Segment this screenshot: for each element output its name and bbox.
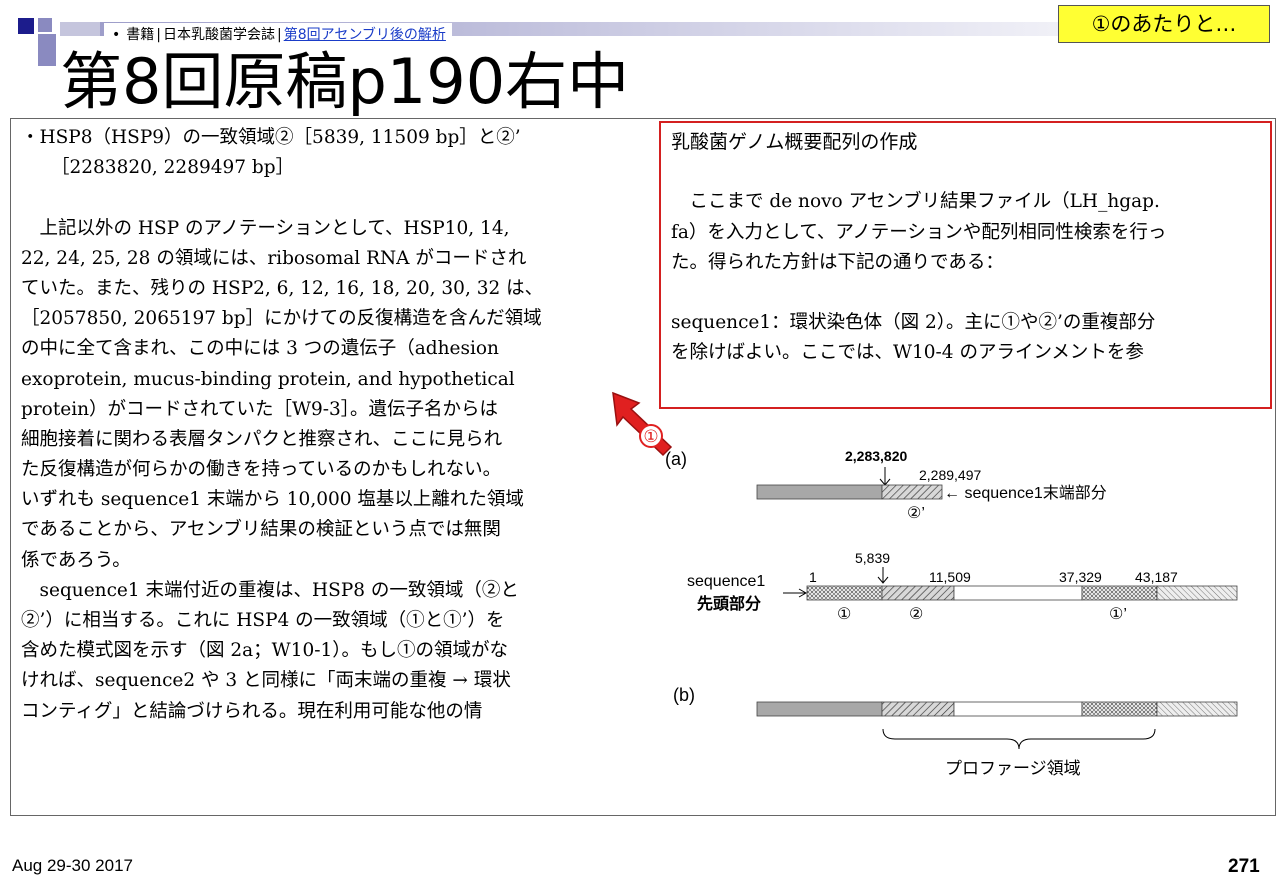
sequence1-end-label: ← sequence1末端部分: [944, 484, 1107, 502]
text-line: た。得られた方針は下記の通りである：: [671, 251, 1004, 273]
right-column-text: 乳酸菌ゲノム概要配列の作成 ここまで de novo アセンブリ結果ファイル（L…: [671, 127, 1267, 369]
text-line: 含めた模式図を示す（図 2a；W10-1）。もし①の領域がな: [21, 640, 509, 662]
coord-label: 43,187: [1135, 569, 1178, 585]
breadcrumb-journal[interactable]: 日本乳酸菌学会誌: [163, 27, 275, 43]
coord-label: 5,839: [855, 550, 890, 566]
text-line: コンティグ」と結論づけられる。現在利用可能な他の情: [21, 700, 483, 722]
breadcrumb-separator: |: [156, 27, 161, 43]
text-line: 上記以外の HSP のアノテーションとして、HSP10, 14,: [21, 217, 510, 239]
text-line: 係であろう。: [21, 549, 131, 571]
header-square-pale: [60, 22, 100, 36]
sequence1-end-body: [756, 484, 883, 500]
coord-label: 11,509: [929, 569, 971, 585]
coord-label: 2,283,820: [845, 448, 907, 464]
text-line: ければ、sequence2 や 3 と同様に「両末端の重複 → 環状: [21, 670, 511, 692]
footer-date: Aug 29-30 2017: [12, 856, 133, 875]
region-2-segment: [881, 701, 955, 717]
region-label: ①: [837, 606, 851, 623]
text-line: を除けばよい。ここでは、W10-4 のアラインメントを参: [671, 342, 1144, 364]
white-segment: [953, 701, 1083, 717]
text-line: ②’）に相当する。これに HSP4 の一致領域（①と①’）を: [21, 610, 505, 631]
coord-label: 37,329: [1059, 569, 1102, 585]
region-1: [806, 585, 883, 601]
sequence-body: [953, 585, 1083, 601]
panel-b-label: (b): [673, 685, 695, 705]
text-line: いずれも sequence1 末端から 10,000 塩基以上離れた領域: [21, 489, 524, 511]
sequence1-start-label: sequence1: [687, 573, 765, 590]
slide-title: 第8回原稿p190右中: [60, 45, 630, 118]
region-2-prime: [881, 484, 943, 500]
text-line: exoprotein, mucus-binding protein, and h…: [21, 368, 515, 390]
sequence-tail: [1156, 585, 1238, 601]
text-line: ここまで de novo アセンブリ結果ファイル（LH_hgap.: [671, 191, 1160, 213]
coord-label: 1: [809, 569, 817, 585]
figure-schematic: (a) 2,283,820 2,289,497 ← sequence1末端部分 …: [665, 448, 1238, 778]
text-line: protein）がコードされていた［W9-3］。遺伝子名からは: [21, 398, 499, 420]
region-1-prime: [1081, 585, 1158, 601]
section-heading: 乳酸菌ゲノム概要配列の作成: [671, 131, 918, 153]
page-number: 271: [1228, 856, 1260, 877]
breadcrumb-books[interactable]: 書籍: [126, 27, 154, 43]
prophage-label: プロファージ領域: [945, 759, 1081, 778]
breadcrumb-bullet: •: [112, 27, 121, 43]
text-line: であることから、アセンブリ結果の検証という点では無関: [21, 519, 501, 541]
text-line: ・HSP8（HSP9）の一致領域②［5839, 11509 bp］と②’: [21, 127, 521, 148]
header-square-light-2: [38, 34, 56, 66]
region-label: ②: [909, 606, 923, 623]
coord-label: 2,289,497: [919, 467, 981, 483]
text-line: ［2283820, 2289497 bp］: [51, 157, 295, 179]
callout-note: ①のあたりと…: [1058, 5, 1270, 43]
sequence1-start-label-2: 先頭部分: [697, 594, 761, 613]
text-line: sequence1：環状染色体（図 2）。主に①や②’の重複部分: [671, 312, 1156, 334]
left-column-text: ・HSP8（HSP9）の一致領域②［5839, 11509 bp］と②’ ［22…: [21, 123, 621, 727]
page-excerpt: ・HSP8（HSP9）の一致領域②［5839, 11509 bp］と②’ ［22…: [10, 118, 1276, 816]
region-2: [881, 585, 955, 601]
text-line: sequence1 末端付近の重複は、HSP8 の一致領域（②と: [21, 579, 519, 601]
header-square-dark: [18, 18, 34, 34]
text-line: の中に全て含まれ、この中には 3 つの遺伝子（adhesion: [21, 338, 499, 360]
text-line: 22, 24, 25, 28 の領域には、ribosomal RNA がコードさ…: [21, 247, 527, 269]
text-line: ていた。また、残りの HSP2, 6, 12, 16, 18, 20, 30, …: [21, 277, 544, 299]
text-line: た反復構造が何らかの働きを持っているのかもしれない。: [21, 459, 502, 481]
text-line: ［2057850, 2065197 bp］にかけての反復構造を含んだ領域: [21, 308, 542, 330]
region-label: ①’: [1109, 606, 1127, 623]
red-arrow-shape: [612, 391, 673, 457]
text-line: fa）を入力として、アノテーションや配列相同性検索を行っ: [671, 221, 1167, 243]
breadcrumb-link-assembly-analysis[interactable]: 第8回アセンブリ後の解析: [284, 27, 446, 43]
region-label: ②’: [907, 505, 925, 522]
marker-arrow: ①: [612, 391, 673, 457]
marker-label: ①: [643, 427, 658, 447]
tail-segment: [1156, 701, 1238, 717]
region-1-segment: [1081, 701, 1158, 717]
header-square-light: [38, 18, 52, 32]
highlight-box: 乳酸菌ゲノム概要配列の作成 ここまで de novo アセンブリ結果ファイル（L…: [659, 121, 1272, 409]
genome-gray-segment: [756, 701, 883, 717]
breadcrumb-separator: |: [276, 27, 282, 43]
text-line: 細胞接着に関わる表層タンパクと推察され、ここに見られ: [21, 428, 503, 450]
prophage-brace: [882, 728, 1156, 750]
